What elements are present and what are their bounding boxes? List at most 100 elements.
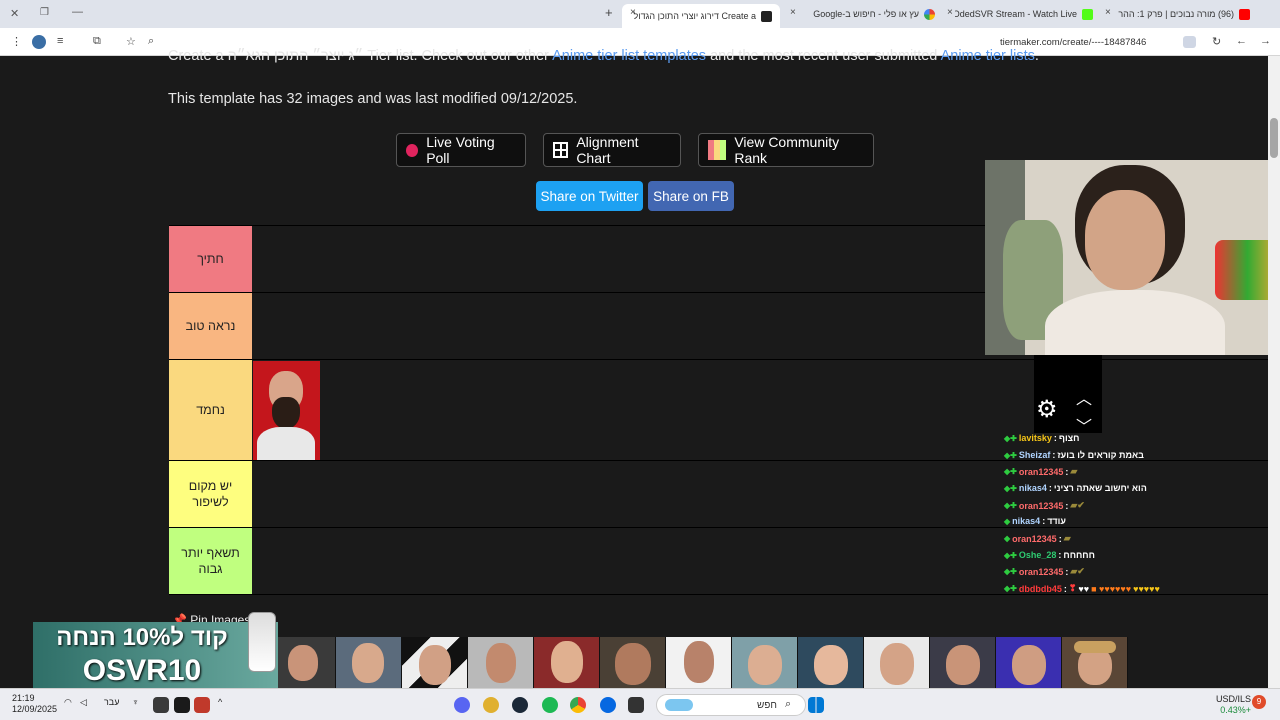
emote-icon: ▰✔ xyxy=(1070,500,1085,510)
site-settings-icon[interactable] xyxy=(1183,36,1196,48)
tray-app-icon[interactable] xyxy=(194,697,210,713)
button-label: Live Voting Poll xyxy=(426,134,495,166)
back-icon[interactable]: ← xyxy=(1236,35,1247,47)
alignment-chart-button[interactable]: Alignment Chart xyxy=(543,133,681,167)
kick-badge-icon: ◆✚ xyxy=(1004,584,1017,593)
creator-thumbnail[interactable] xyxy=(930,637,996,688)
volume-icon[interactable]: ◁ xyxy=(80,697,87,708)
promo-line-1: קוד ל10% הנחה xyxy=(56,624,228,651)
task-view-icon[interactable] xyxy=(628,697,644,713)
zoom-icon[interactable]: ⌕ xyxy=(148,35,154,48)
creator-thumbnail[interactable] xyxy=(402,637,468,688)
template-description: Create a ״ג יוצר״ התוכן הגא״ה Tier list.… xyxy=(168,48,1039,64)
webcam-overlay xyxy=(985,160,1280,355)
share-fb-button[interactable]: Share on FB xyxy=(648,181,734,211)
creator-thumbnail[interactable] xyxy=(666,637,732,688)
tier-row[interactable]: יש מקום לשיפור xyxy=(169,461,1270,528)
close-tab-icon[interactable]: × xyxy=(630,7,636,18)
notification-badge[interactable]: 9 xyxy=(1252,695,1266,709)
tier-label[interactable]: תשאף יותר גבוה xyxy=(169,528,252,594)
meta-icon[interactable] xyxy=(600,697,616,713)
chat-username: oran12345 xyxy=(1018,466,1064,477)
app-icon[interactable] xyxy=(483,697,499,713)
steam-icon[interactable] xyxy=(512,697,528,713)
creator-thumbnail[interactable] xyxy=(732,637,798,688)
tier-row[interactable]: נחמד xyxy=(169,360,1270,461)
wifi-icon[interactable]: ◠ xyxy=(64,697,72,708)
language-indicator[interactable]: עבר xyxy=(104,697,119,707)
profile-avatar[interactable] xyxy=(32,35,46,49)
close-window-icon[interactable]: ✕ xyxy=(10,7,19,20)
view-community-rank-button[interactable]: View Community Rank xyxy=(698,133,874,167)
notion-icon[interactable] xyxy=(174,697,190,713)
shirt-shape xyxy=(257,427,315,460)
show-hidden-icons-icon[interactable]: ^ xyxy=(218,697,222,707)
url-text[interactable]: tiermaker.com/create/----18487846 xyxy=(1000,37,1146,48)
kick-favicon-icon xyxy=(1082,8,1093,20)
tier-label[interactable]: נראה טוב xyxy=(169,293,252,359)
record-dot-icon xyxy=(406,143,419,157)
tray-app-icon[interactable] xyxy=(153,697,169,713)
heart-icon: ❣ xyxy=(1068,583,1077,593)
minimize-window-icon[interactable]: — xyxy=(72,6,83,18)
close-tab-icon[interactable]: × xyxy=(790,7,796,18)
share-twitter-button[interactable]: Share on Twitter xyxy=(536,181,643,211)
spotify-icon[interactable] xyxy=(542,697,558,713)
extensions-icon[interactable]: ⧉ xyxy=(93,35,101,48)
scrollbar-thumb[interactable] xyxy=(1270,118,1278,158)
chat-message: ◆✚ Sheizaf : באמת קוראים לו בועז xyxy=(1004,450,1144,460)
tier-label[interactable]: חתיך xyxy=(169,226,252,292)
chat-message: ◆ nikas4 : עודד xyxy=(1004,516,1066,526)
tier-grid-icon xyxy=(708,140,727,160)
discord-icon[interactable] xyxy=(454,697,470,713)
tab-title: OdedSVR Stream - Watch Live xyxy=(955,9,1077,19)
tier-label[interactable]: יש מקום לשיפור xyxy=(169,461,252,527)
restore-window-icon[interactable]: ❐ xyxy=(40,7,49,18)
gear-icon[interactable]: ⚙ xyxy=(1036,395,1058,424)
forward-icon[interactable]: → xyxy=(1260,35,1271,47)
tier-label[interactable]: נחמד xyxy=(169,360,252,460)
anime-templates-link[interactable]: Anime tier list templates xyxy=(552,48,706,64)
creator-thumbnail[interactable] xyxy=(468,637,534,688)
creator-thumbnail[interactable] xyxy=(534,637,600,688)
creator-thumbnail[interactable] xyxy=(798,637,864,688)
windows-taskbar: 21:19 12/09/2025 ◠ ◁ עבר ♆ ^ חפש ⌕ USD/I… xyxy=(0,688,1280,720)
chat-message: ◆✚ lavitsky : חצוף xyxy=(1004,433,1080,443)
tray-icon[interactable]: ♆ xyxy=(132,697,139,707)
kick-badge-icon: ◆ xyxy=(1004,534,1011,543)
media-controls-icon[interactable]: ≡ xyxy=(57,35,63,47)
creator-image[interactable] xyxy=(253,361,320,460)
tab-google[interactable]: עץ או פלי - חיפוש ב-Google xyxy=(800,4,935,24)
bookmark-star-icon[interactable]: ☆ xyxy=(126,35,136,48)
menu-icon[interactable]: ⋮ xyxy=(11,35,22,48)
chat-username: oran12345 xyxy=(1012,533,1057,544)
creator-thumbnail[interactable] xyxy=(270,637,336,688)
emote-hearts-icon: ♥♥♥♥♥ xyxy=(1133,583,1160,594)
creator-thumbnail[interactable] xyxy=(1062,637,1128,688)
currency-widget[interactable]: USD/ILS 0.43%+ xyxy=(1216,694,1251,716)
kick-badge-icon: ◆✚ xyxy=(1004,483,1017,493)
new-tab-icon[interactable]: + xyxy=(605,5,613,20)
clock[interactable]: 21:19 12/09/2025 xyxy=(12,693,57,715)
close-tab-icon[interactable]: × xyxy=(947,7,953,18)
anime-tier-lists-link[interactable]: Anime tier lists xyxy=(941,48,1035,64)
kick-badge-icon: ◆✚ xyxy=(1004,433,1017,443)
creator-thumbnail[interactable] xyxy=(336,637,402,688)
taskbar-search[interactable]: חפש ⌕ xyxy=(656,694,806,716)
creator-thumbnail[interactable] xyxy=(864,637,930,688)
chat-message: ◆✚ dbdbdb45 : ❣ ♥♥ ■ ♥♥♥♥♥♥ ♥♥♥♥♥ xyxy=(1004,583,1160,594)
tab-tiermaker[interactable]: Create a דירוג יוצרי התוכן הגדול xyxy=(622,4,780,28)
close-tab-icon[interactable]: × xyxy=(1105,7,1111,18)
desc-text: Create a ״ג יוצר״ התוכן הגא״ה Tier list.… xyxy=(168,48,549,64)
reload-icon[interactable]: ↻ xyxy=(1212,35,1221,48)
creator-thumbnail[interactable] xyxy=(996,637,1062,688)
windows-start-icon[interactable] xyxy=(808,697,824,713)
chat-text: באמת קוראים לו בועז xyxy=(1057,450,1144,460)
tab-youtube[interactable]: (96) מורה נבוכים | פרק 1: ההר xyxy=(1118,4,1250,24)
tab-kick[interactable]: OdedSVR Stream - Watch Live xyxy=(955,4,1093,24)
chrome-icon[interactable] xyxy=(570,697,586,713)
desc-text: and the most recent user submitted xyxy=(710,48,938,64)
creator-thumbnail[interactable] xyxy=(600,637,666,688)
chevron-up-icon[interactable]: ︿ xyxy=(1076,385,1092,409)
live-voting-poll-button[interactable]: Live Voting Poll xyxy=(396,133,526,167)
